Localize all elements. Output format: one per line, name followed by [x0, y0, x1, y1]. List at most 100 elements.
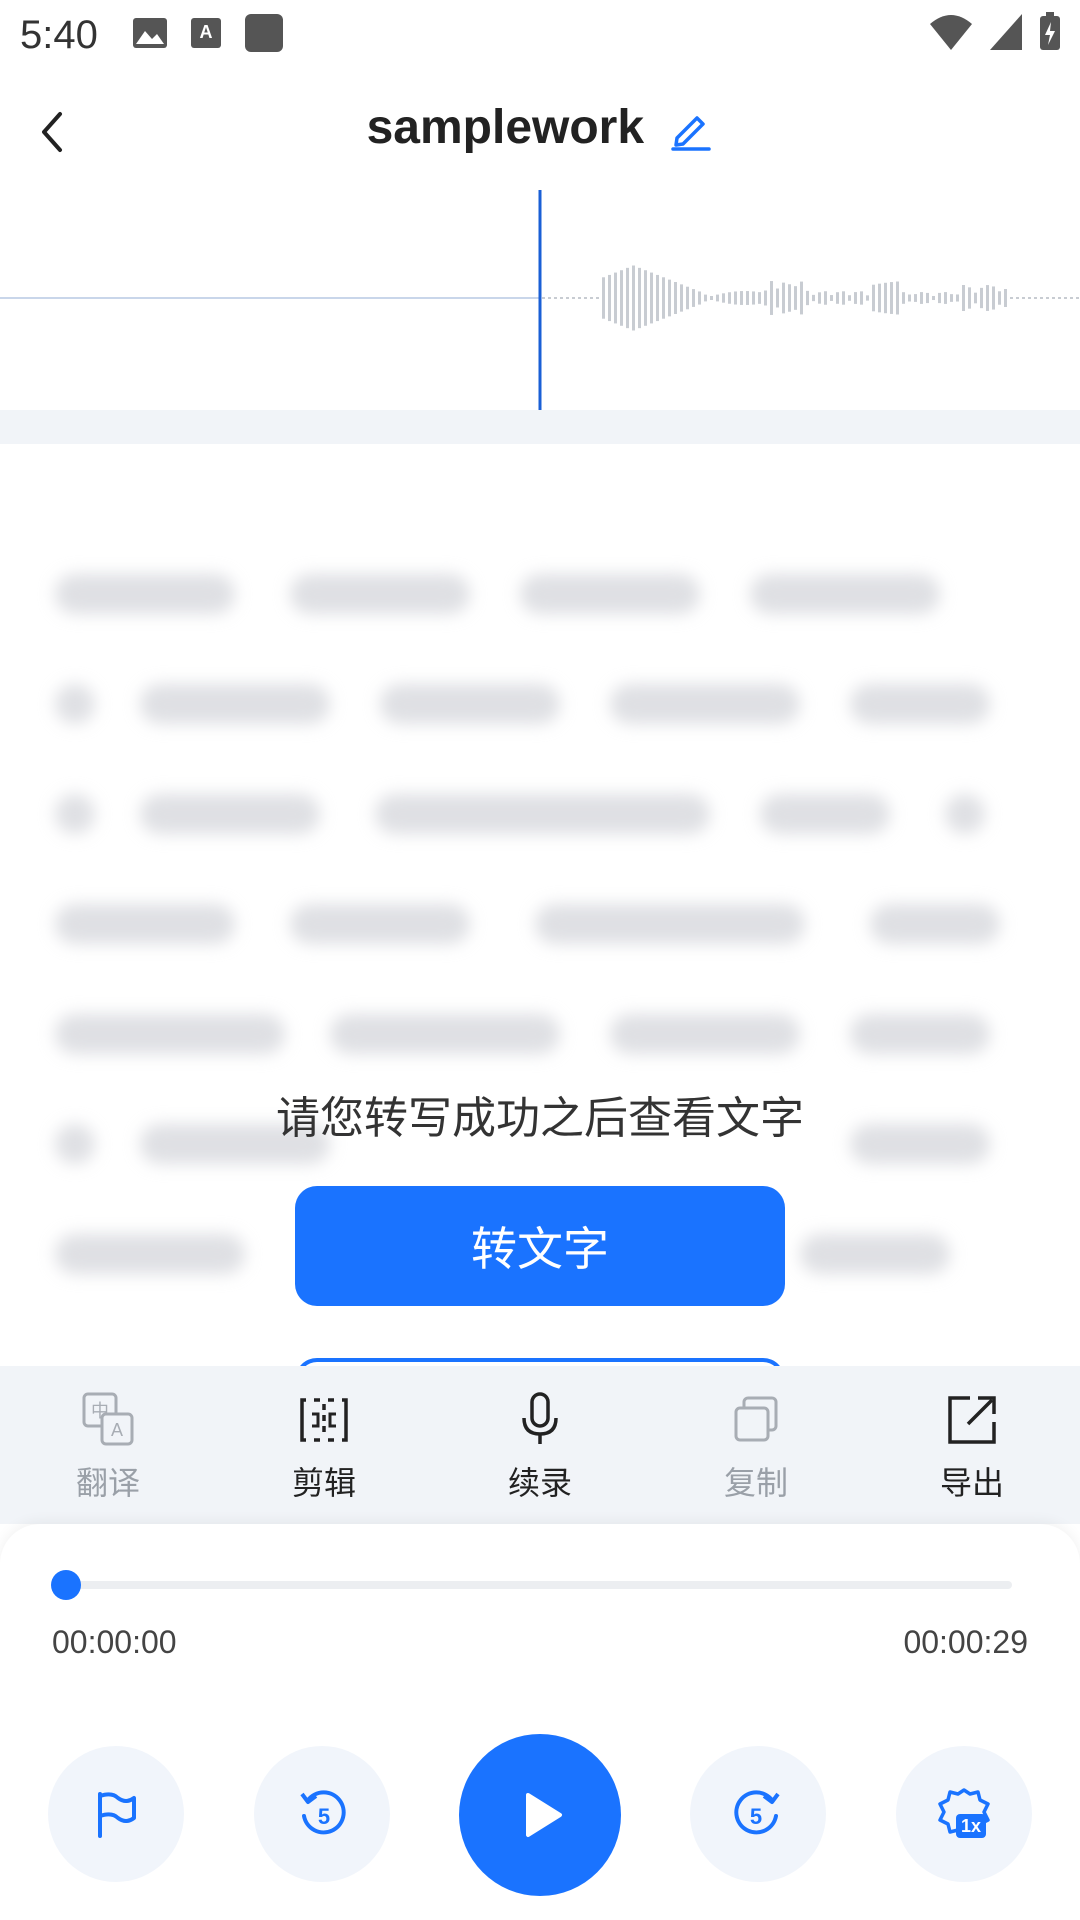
waveform-bar	[752, 291, 755, 305]
waveform-bar	[644, 270, 647, 326]
waveform-bar	[878, 283, 881, 313]
waveform-bar	[980, 287, 983, 309]
mark-button[interactable]	[48, 1746, 184, 1882]
waveform-bar	[548, 297, 551, 299]
waveform-bar	[566, 297, 569, 299]
waveform-bar	[1004, 288, 1007, 308]
waveform-bar	[614, 272, 617, 324]
export-label: 导出	[939, 1464, 1004, 1502]
forward-5-icon: 5	[734, 1790, 780, 1835]
waveform-bar	[1076, 297, 1079, 299]
app-notification-icon	[244, 13, 284, 58]
waveform-bar	[1058, 297, 1061, 299]
waveform-bar	[908, 294, 911, 302]
rewind-5s-button[interactable]: 5	[254, 1746, 390, 1882]
waveform-bar	[998, 291, 1001, 305]
waveform-bar	[944, 292, 947, 304]
speed-label: 1x	[961, 1816, 981, 1836]
audio-waveform[interactable]	[0, 190, 1080, 410]
edit-title-button[interactable]	[669, 108, 713, 152]
waveform-bar	[716, 294, 719, 302]
waveform-bar	[626, 267, 629, 329]
waveform-bar	[926, 292, 929, 304]
waveform-bar	[1028, 297, 1031, 299]
signal-icon	[988, 12, 1024, 57]
translate-button[interactable]: 中 A 翻译	[40, 1366, 176, 1524]
waveform-bar	[596, 297, 599, 299]
waveform-bar	[1016, 297, 1019, 299]
waveform-bar	[734, 291, 737, 305]
playback-speed-button[interactable]: 1x	[896, 1746, 1032, 1882]
waveform-bar	[830, 295, 833, 301]
waveform-bar	[956, 294, 959, 302]
waveform-bar	[1010, 297, 1013, 299]
waveform-bar	[782, 282, 785, 314]
current-time: 00:00:00	[52, 1624, 177, 1660]
waveform-bar	[746, 291, 749, 305]
waveform-bar	[914, 294, 917, 302]
waveform-bar	[884, 282, 887, 314]
waveform-bar	[560, 297, 563, 299]
waveform-bar	[620, 270, 623, 326]
waveform-bar	[932, 295, 935, 301]
waveform-bar	[686, 286, 689, 310]
waveform-bar	[770, 281, 773, 315]
waveform-bar	[836, 292, 839, 304]
waveform-bar	[812, 294, 815, 302]
svg-text:A: A	[199, 22, 212, 42]
status-time: 5:40	[20, 12, 98, 57]
waveform-bar	[788, 284, 791, 312]
waveform-bar	[824, 291, 827, 305]
progress-bar[interactable]	[51, 1570, 1012, 1600]
waveform-bar	[692, 289, 695, 307]
waveform-bar	[1034, 297, 1037, 299]
waveform-bar	[848, 295, 851, 301]
status-bar: 5:40 A	[0, 0, 1080, 70]
waveform-bar	[818, 292, 821, 304]
cut-label: 剪辑	[291, 1464, 356, 1502]
waveform-bar	[872, 284, 875, 312]
waveform-bar	[962, 285, 965, 311]
export-button[interactable]: 导出	[904, 1366, 1040, 1524]
waveform-bar	[578, 297, 581, 299]
svg-text:5: 5	[318, 1804, 330, 1829]
waveform-bar	[1046, 297, 1049, 299]
waveform-bar	[602, 277, 605, 319]
waveform-bar	[896, 281, 899, 315]
waveform-bar	[662, 277, 665, 319]
waveform-bar	[584, 297, 587, 299]
keyboard-notification-icon: A	[190, 17, 222, 54]
waveform-bar	[758, 292, 761, 304]
page-title: samplework	[366, 101, 645, 154]
waveform-bar	[902, 292, 905, 304]
play-button[interactable]	[459, 1734, 621, 1896]
waveform-bar	[794, 286, 797, 310]
waveform-bar	[542, 297, 545, 299]
waveform-bar	[938, 292, 941, 304]
waveform-bar	[950, 294, 953, 302]
progress-handle[interactable]	[51, 1570, 81, 1600]
waveform-bar	[572, 297, 575, 299]
total-time: 00:00:29	[903, 1624, 1028, 1660]
convert-to-text-button[interactable]: 转文字	[295, 1186, 785, 1306]
copy-label: 复制	[723, 1464, 788, 1502]
transcribe-hint: 请您转写成功之后查看文字	[276, 1093, 804, 1144]
cut-button[interactable]: 剪辑	[256, 1366, 392, 1524]
waveform-bar	[800, 281, 803, 315]
waveform-bar	[650, 272, 653, 324]
section-divider	[0, 410, 1080, 444]
waveform-bar	[806, 290, 809, 306]
waveform-bar	[638, 267, 641, 329]
waveform-bar	[968, 287, 971, 309]
waveform-bar	[704, 294, 707, 302]
waveform-bar	[590, 297, 593, 299]
waveform-bar	[554, 297, 557, 299]
export-icon	[948, 1396, 996, 1444]
speed-gear-icon: 1x	[938, 1788, 990, 1838]
forward-5s-button[interactable]: 5	[690, 1746, 826, 1882]
copy-button[interactable]: 复制	[688, 1366, 824, 1524]
header: samplework	[0, 90, 1080, 176]
continue-recording-button[interactable]: 续录	[472, 1366, 608, 1524]
waveform-bar	[920, 292, 923, 304]
translate-label: 翻译	[75, 1464, 140, 1502]
